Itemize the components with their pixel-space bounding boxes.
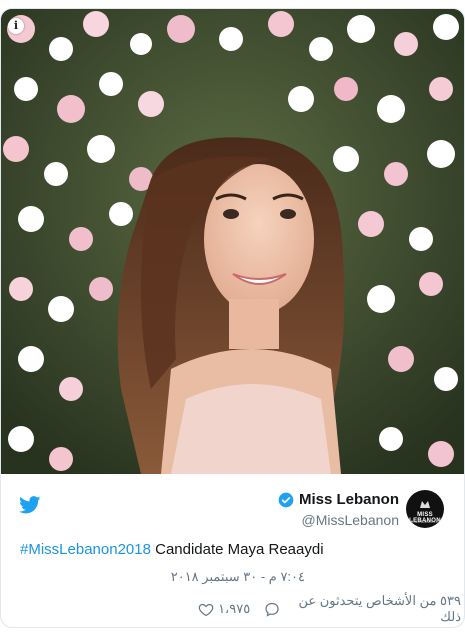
replies-link[interactable]: ٥٣٩ من الأشخاص يتحدثون عن ذلك [284,593,461,625]
embedded-tweet-card: i Miss Lebanon @MissLebanon MISS LEBANON… [0,8,465,628]
verified-badge-icon [278,492,294,507]
comment-bubble-icon[interactable] [264,601,280,618]
twitter-bird-icon[interactable] [19,496,41,514]
hashtag-link[interactable]: #MissLebanon2018 [20,541,151,558]
author-name-row[interactable]: Miss Lebanon [278,491,399,508]
like-count[interactable]: ١،٩٧٥ [218,601,250,617]
display-name[interactable]: Miss Lebanon [299,491,399,508]
avatar-logo-line2: MISSLEBANON.COM [406,519,444,524]
avatar[interactable]: MISS LEBANON MISSLEBANON.COM [406,490,444,528]
tweet-body-text: Candidate Maya Reaaydi [150,541,324,558]
info-icon[interactable]: i [8,18,24,34]
tweet-text: #MissLebanon2018 Candidate Maya Reaaydi [20,541,324,558]
tweet-timestamp[interactable]: ٧:٠٤ م - ٣٠ سبتمبر ٢٠١٨ [171,569,305,585]
heart-icon[interactable] [198,601,214,618]
tweet-actions: ١،٩٧٥ ٥٣٩ من الأشخاص يتحدثون عن ذلك [198,593,465,625]
tweet-photo[interactable]: i [1,9,464,474]
portrait-photo-illustration [1,9,464,474]
user-handle[interactable]: @MissLebanon [302,512,400,528]
tweet-header: Miss Lebanon @MissLebanon MISS LEBANON M… [1,474,464,530]
logo-crown-mark [420,501,430,508]
